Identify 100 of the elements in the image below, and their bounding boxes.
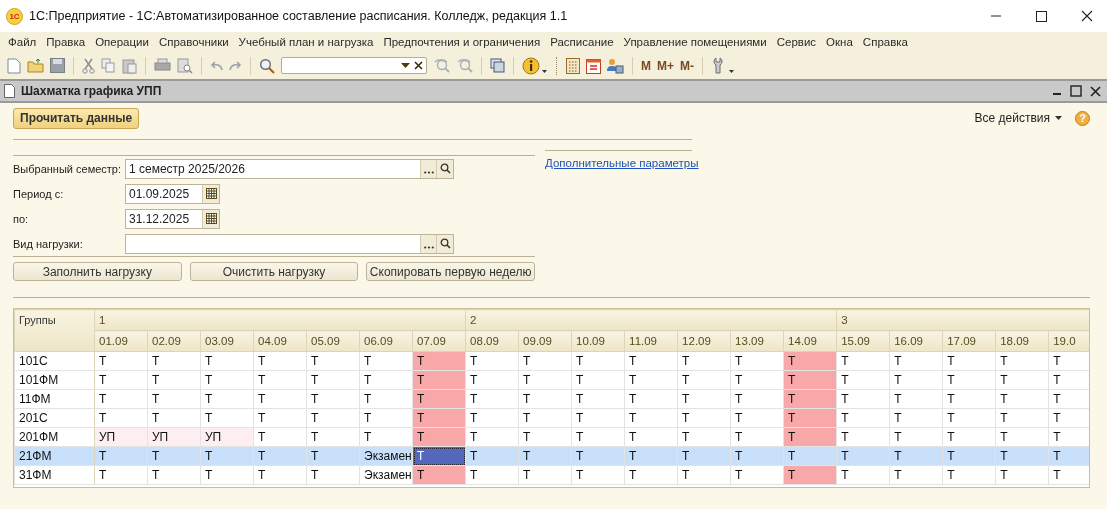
- read-data-button[interactable]: Прочитать данные: [13, 107, 140, 129]
- schedule-cell[interactable]: Т: [677, 427, 731, 447]
- info-icon[interactable]: [522, 56, 548, 75]
- action-button[interactable]: Очистить нагрузку: [189, 262, 359, 281]
- schedule-cell[interactable]: Т: [624, 427, 678, 447]
- reference-field[interactable]: 1 семестр 2025/2026: [125, 158, 454, 179]
- search-icon[interactable]: [259, 57, 275, 74]
- schedule-cell[interactable]: Т: [836, 465, 890, 485]
- schedule-cell[interactable]: Т: [200, 389, 254, 409]
- dropdown-caret-icon[interactable]: [401, 63, 410, 68]
- memory-button[interactable]: M+: [657, 58, 674, 73]
- schedule-cell[interactable]: Т: [730, 427, 784, 447]
- schedule-cell[interactable]: Экзамен: [359, 465, 413, 485]
- menu-item[interactable]: Окна: [824, 36, 855, 48]
- menu-item[interactable]: Учебный план и нагрузка: [236, 36, 376, 48]
- table-row[interactable]: 101С Т Т Т Т Т Т Т Т Т Т Т Т Т Т Т Т Т Т Т: [14, 351, 1089, 371]
- schedule-cell[interactable]: Т: [306, 351, 360, 371]
- schedule-cell[interactable]: Т: [306, 427, 360, 447]
- save-icon[interactable]: [50, 58, 65, 73]
- caret-icon[interactable]: [1055, 116, 1062, 120]
- schedule-cell[interactable]: Т: [253, 465, 307, 485]
- menu-item[interactable]: Справочники: [156, 36, 231, 48]
- schedule-cell[interactable]: Т: [571, 408, 625, 428]
- schedule-cell[interactable]: Т: [200, 351, 254, 371]
- schedule-cell[interactable]: Т: [677, 370, 731, 390]
- clear-icon[interactable]: [414, 61, 423, 70]
- maximize-icon[interactable]: [1036, 10, 1047, 22]
- schedule-cell[interactable]: Т: [571, 370, 625, 390]
- schedule-cell[interactable]: Т: [889, 408, 943, 428]
- schedule-cell[interactable]: Т: [677, 408, 731, 428]
- calendar-icon[interactable]: [586, 57, 601, 74]
- schedule-cell[interactable]: Т: [942, 408, 996, 428]
- schedule-cell[interactable]: Т: [995, 370, 1049, 390]
- extra-parameters-link[interactable]: Дополнительные параметры: [545, 155, 699, 172]
- print-preview-icon[interactable]: [177, 57, 193, 74]
- schedule-cell[interactable]: Т: [730, 351, 784, 371]
- schedule-cell[interactable]: Т: [624, 389, 678, 409]
- schedule-cell[interactable]: Т: [730, 370, 784, 390]
- schedule-cell[interactable]: Т: [518, 427, 572, 447]
- schedule-cell[interactable]: Т: [624, 465, 678, 485]
- schedule-cell[interactable]: Т: [359, 351, 413, 371]
- schedule-cell[interactable]: Т: [147, 408, 201, 428]
- memory-button[interactable]: M-: [680, 58, 694, 73]
- table-row[interactable]: 11ФМ Т Т Т Т Т Т Т Т Т Т Т Т Т Т Т Т Т Т Т: [14, 389, 1089, 409]
- schedule-cell[interactable]: Т: [465, 427, 519, 447]
- schedule-cell[interactable]: Т: [677, 351, 731, 371]
- users-icon[interactable]: [607, 57, 624, 74]
- schedule-cell[interactable]: Т: [995, 465, 1049, 485]
- date-field[interactable]: 31.12.2025: [125, 208, 220, 229]
- menu-item[interactable]: Правка: [44, 36, 88, 48]
- table-row[interactable]: 101ФМ Т Т Т Т Т Т Т Т Т Т Т Т Т Т Т Т Т Т Т: [14, 370, 1089, 390]
- schedule-cell[interactable]: Т: [200, 370, 254, 390]
- menu-item[interactable]: Справка: [860, 36, 910, 48]
- all-actions-menu[interactable]: Все действия: [974, 111, 1050, 125]
- schedule-cell[interactable]: Т: [836, 351, 890, 371]
- schedule-cell[interactable]: Т: [465, 351, 519, 371]
- redo-icon[interactable]: [229, 59, 242, 72]
- schedule-cell[interactable]: Т: [518, 408, 572, 428]
- table-row[interactable]: 31ФМ Т Т Т Т Т Экзамен Т Т Т Т Т Т Т Т Т Т Т Т Т: [14, 465, 1089, 485]
- undo-icon[interactable]: [210, 59, 223, 72]
- schedule-cell[interactable]: Т: [253, 408, 307, 428]
- schedule-cell[interactable]: Т: [624, 370, 678, 390]
- table-row[interactable]: 201ФМ УП УП УП Т Т Т Т Т Т Т Т Т Т Т Т Т Т Т Т: [14, 427, 1089, 447]
- schedule-cell[interactable]: Т: [147, 389, 201, 409]
- schedule-cell[interactable]: Т: [518, 389, 572, 409]
- reference-field[interactable]: [125, 233, 454, 254]
- table-row[interactable]: 201С Т Т Т Т Т Т Т Т Т Т Т Т Т Т Т Т Т Т Т: [14, 408, 1089, 428]
- schedule-cell[interactable]: Т: [306, 389, 360, 409]
- close-icon[interactable]: [1081, 10, 1093, 22]
- menu-item[interactable]: Операции: [93, 36, 151, 48]
- schedule-cell[interactable]: Т: [677, 465, 731, 485]
- memory-button[interactable]: M: [641, 58, 651, 73]
- schedule-cell[interactable]: Т: [253, 427, 307, 447]
- search-icon[interactable]: [436, 159, 453, 178]
- menu-item[interactable]: Сервис: [774, 36, 819, 48]
- menu-item[interactable]: Расписание: [548, 36, 616, 48]
- schedule-cell[interactable]: Т: [889, 351, 943, 371]
- schedule-cell[interactable]: Т: [465, 370, 519, 390]
- open-folder-icon[interactable]: [27, 58, 44, 73]
- scissors-icon[interactable]: [82, 57, 95, 74]
- schedule-cell[interactable]: Т: [518, 370, 572, 390]
- schedule-cell[interactable]: Т: [147, 465, 201, 485]
- schedule-cell[interactable]: Т: [359, 427, 413, 447]
- schedule-cell[interactable]: Т: [942, 370, 996, 390]
- schedule-cell[interactable]: Т: [995, 408, 1049, 428]
- action-button[interactable]: Скопировать первую неделю: [366, 262, 535, 281]
- schedule-cell[interactable]: Т: [889, 427, 943, 447]
- windows-icon[interactable]: [490, 58, 505, 73]
- menu-item[interactable]: Предпочтения и ограничения: [381, 36, 543, 48]
- menu-item[interactable]: Файл: [6, 36, 39, 48]
- schedule-cell[interactable]: Т: [730, 465, 784, 485]
- action-button[interactable]: Заполнить нагрузку: [13, 262, 182, 281]
- schedule-cell[interactable]: Т: [253, 370, 307, 390]
- schedule-cell[interactable]: Т: [147, 370, 201, 390]
- schedule-cell[interactable]: Т: [942, 427, 996, 447]
- schedule-cell[interactable]: Т: [359, 370, 413, 390]
- search-field[interactable]: [281, 57, 427, 74]
- schedule-cell[interactable]: Т: [465, 408, 519, 428]
- schedule-cell[interactable]: Т: [836, 389, 890, 409]
- schedule-cell[interactable]: Т: [571, 427, 625, 447]
